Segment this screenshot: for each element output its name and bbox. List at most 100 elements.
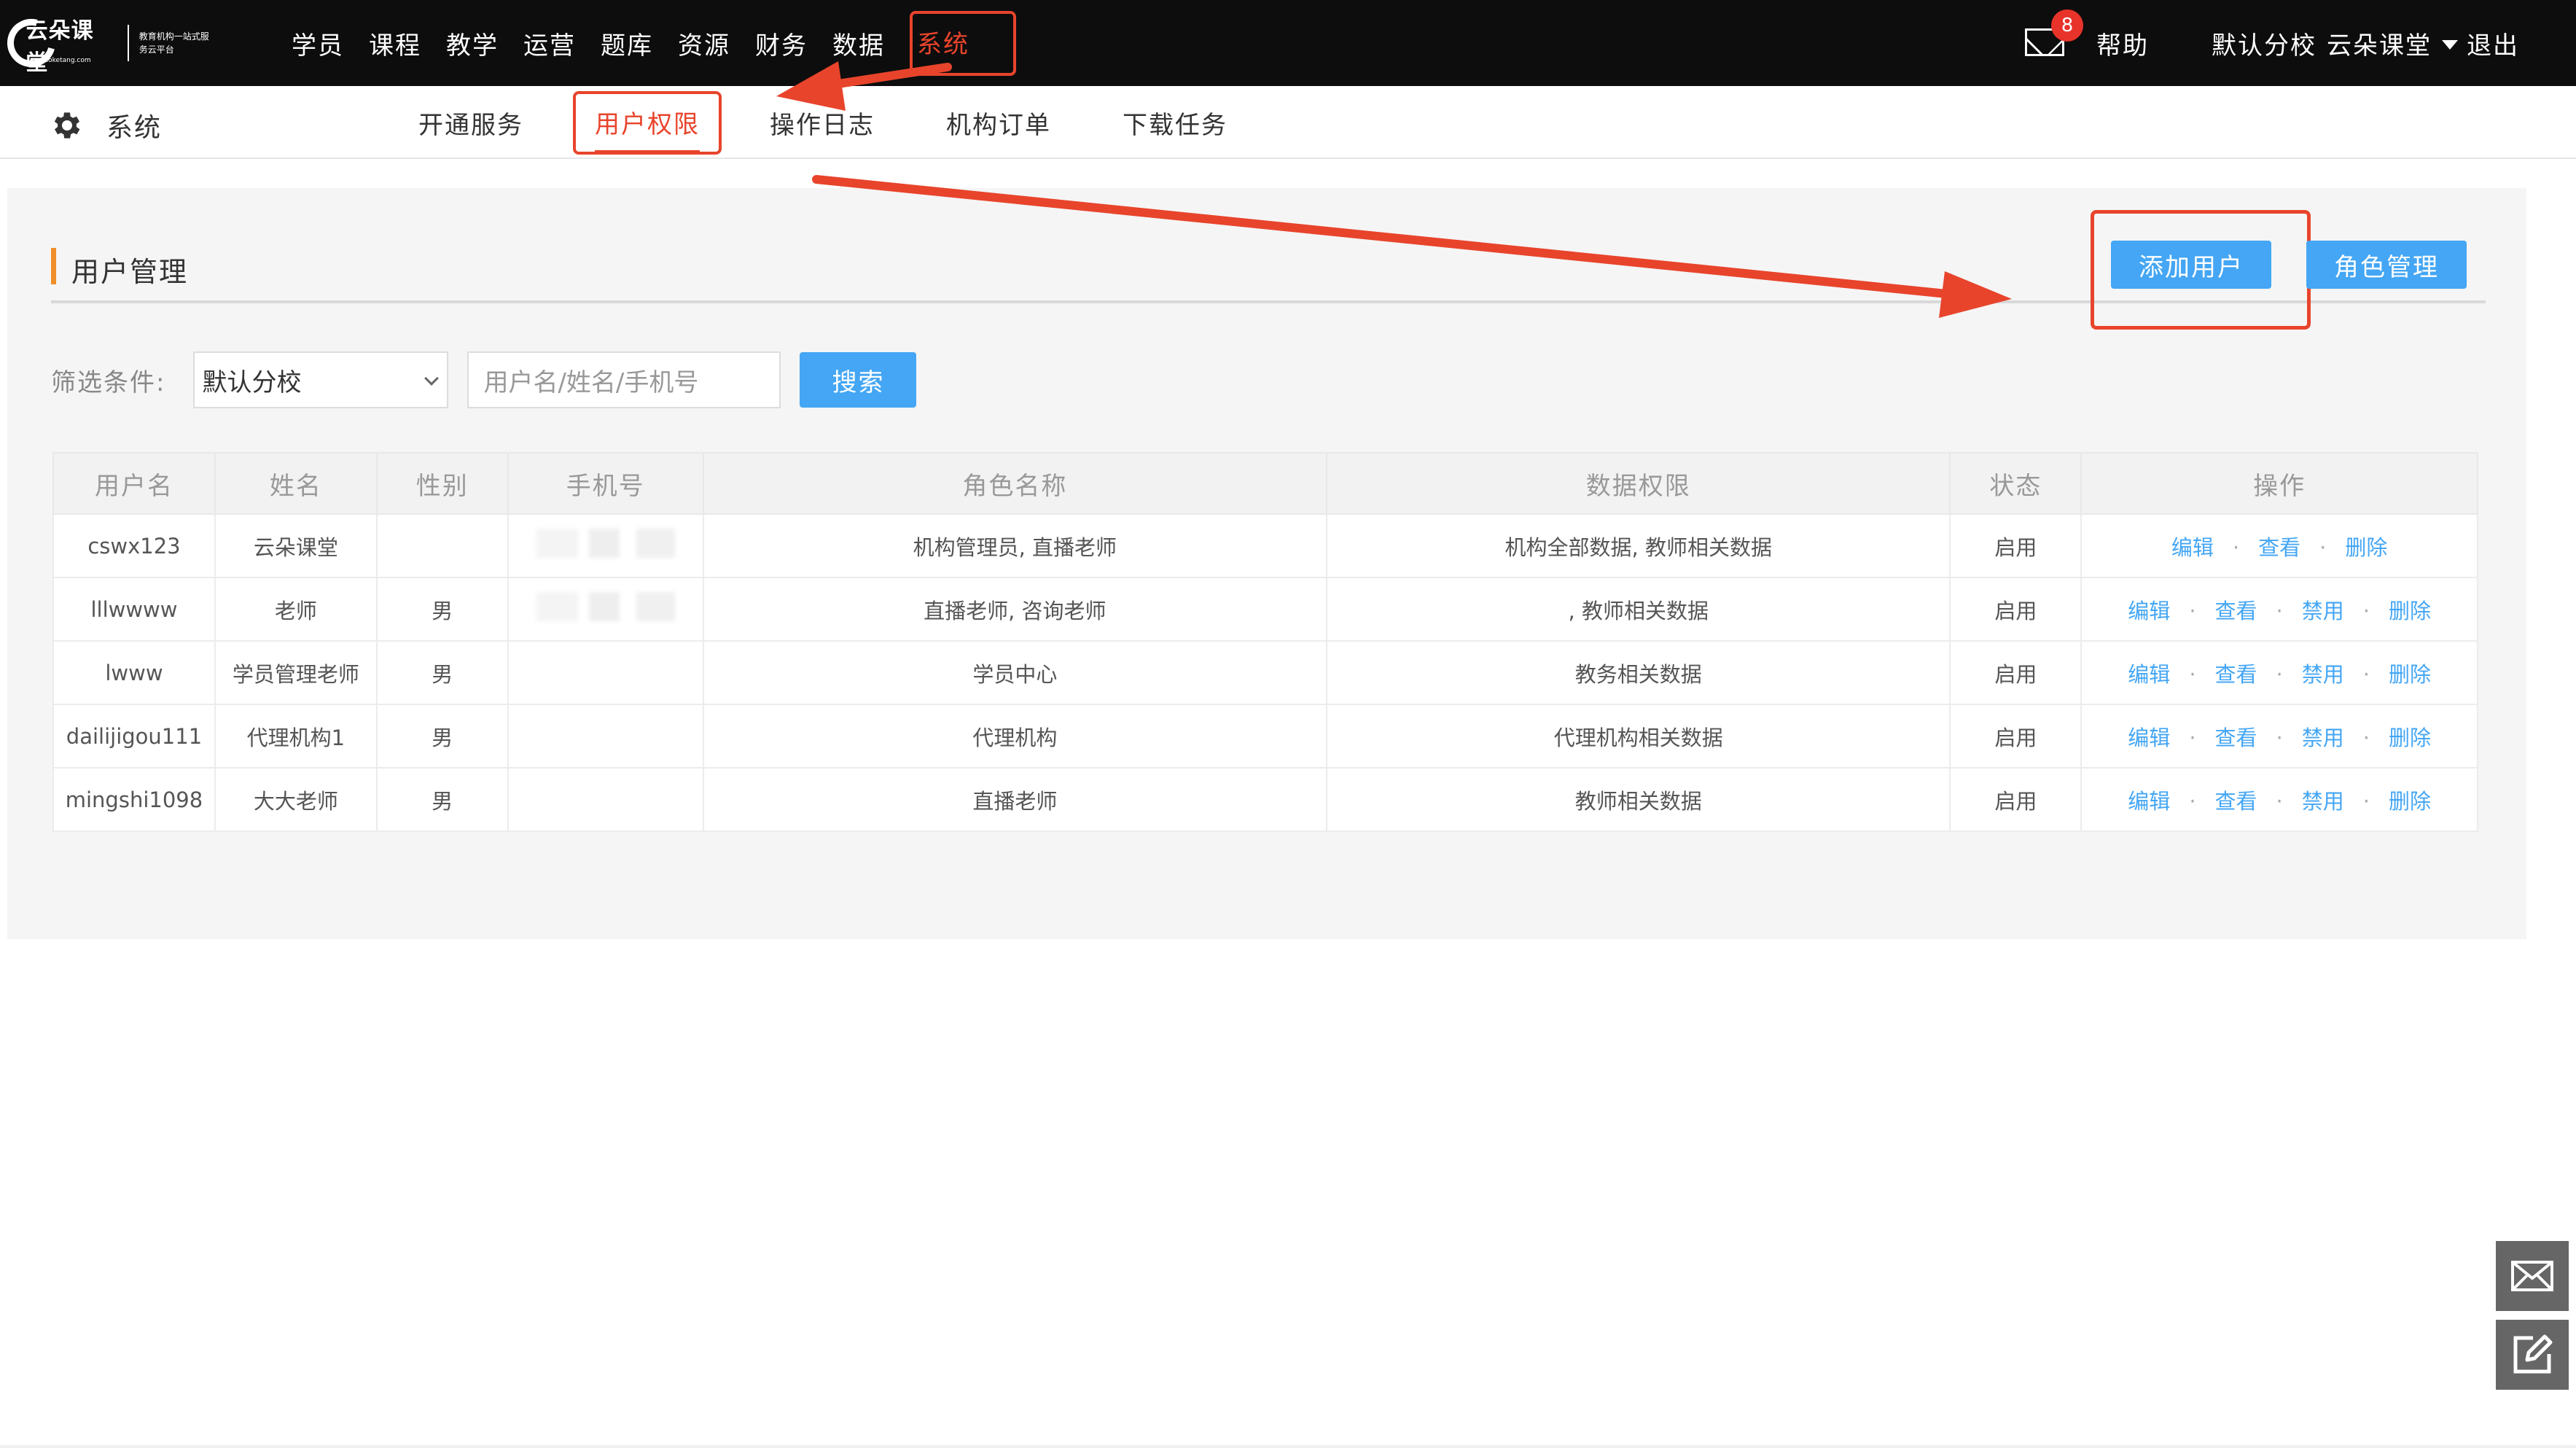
help-link[interactable]: 帮助 bbox=[2096, 26, 2149, 61]
cell-status: 启用 bbox=[1949, 577, 2083, 642]
table-row: dailijigou111 代理机构1 男 代理机构 代理机构相关数据 启用 编… bbox=[52, 704, 2478, 769]
cell-data-scope: 代理机构相关数据 bbox=[1326, 704, 1951, 769]
nav-item-teaching[interactable]: 教学 bbox=[446, 26, 499, 61]
search-button[interactable]: 搜索 bbox=[800, 352, 917, 408]
cell-actions: 编辑 · 查看 · 删除 bbox=[2080, 513, 2478, 578]
col-status: 状态 bbox=[1949, 452, 2083, 515]
branch-name[interactable]: 默认分校 bbox=[2212, 26, 2317, 61]
edit-link[interactable]: 编辑 bbox=[2128, 662, 2170, 687]
cell-phone bbox=[507, 767, 704, 832]
cell-username: dailijigou111 bbox=[52, 704, 216, 769]
sub-navbar: 系统 开通服务 用户权限 操作日志 机构订单 下载任务 bbox=[0, 86, 2576, 159]
cell-username: mingshi1098 bbox=[52, 767, 216, 832]
cell-status: 启用 bbox=[1949, 640, 2083, 705]
cell-name: 云朵课堂 bbox=[214, 513, 378, 578]
disable-link[interactable]: 禁用 bbox=[2302, 789, 2344, 814]
table-row: lllwwww 老师 男 直播老师, 咨询老师 , 教师相关数据 启用 编辑 · 查… bbox=[52, 577, 2478, 642]
user-table: 用户名 姓名 性别 手机号 角色名称 数据权限 状态 操作 cswx123 云朵… bbox=[52, 452, 2478, 832]
filter-bar: 筛选条件: 默认分校 用户名/姓名/手机号 搜索 bbox=[51, 351, 917, 408]
nav-item-operations[interactable]: 运营 bbox=[523, 26, 576, 61]
nav-item-data[interactable]: 数据 bbox=[832, 26, 885, 61]
cell-gender bbox=[375, 513, 509, 578]
nav-item-system[interactable]: 系统 bbox=[910, 10, 1016, 76]
cell-status: 启用 bbox=[1949, 704, 2083, 769]
delete-link[interactable]: 删除 bbox=[2345, 535, 2387, 560]
cell-name: 学员管理老师 bbox=[214, 640, 378, 705]
redacted-phone bbox=[536, 592, 675, 621]
nav-item-question-bank[interactable]: 题库 bbox=[601, 26, 653, 61]
top-navbar: 云朵课堂 yunduoketang.com 教育机构一站式服务云平台 学员 课程… bbox=[0, 0, 2576, 86]
col-gender: 性别 bbox=[375, 452, 509, 515]
branch-select[interactable]: 默认分校 bbox=[193, 351, 449, 408]
view-link[interactable]: 查看 bbox=[2215, 599, 2257, 623]
table-row: mingshi1098 大大老师 男 直播老师 教师相关数据 启用 编辑 · 查看 ·… bbox=[52, 767, 2478, 832]
delete-link[interactable]: 删除 bbox=[2389, 662, 2431, 687]
cell-actions: 编辑 · 查看 · 禁用 · 删除 bbox=[2080, 767, 2478, 832]
logout-link[interactable]: 退出 bbox=[2467, 26, 2519, 61]
edit-link[interactable]: 编辑 bbox=[2171, 535, 2214, 560]
nav-item-finance[interactable]: 财务 bbox=[755, 26, 808, 61]
unread-badge: 8 bbox=[2051, 9, 2083, 42]
brand-logo[interactable]: 云朵课堂 yunduoketang.com 教育机构一站式服务云平台 bbox=[0, 10, 211, 76]
role-management-button[interactable]: 角色管理 bbox=[2306, 241, 2467, 289]
delete-link[interactable]: 删除 bbox=[2389, 789, 2431, 814]
chevron-down-icon bbox=[424, 371, 440, 386]
org-switcher[interactable]: 云朵课堂 bbox=[2327, 26, 2432, 61]
redacted-phone bbox=[536, 529, 675, 558]
float-feedback-button[interactable] bbox=[2496, 1320, 2569, 1390]
disable-link[interactable]: 禁用 bbox=[2302, 662, 2344, 687]
table-header-row: 用户名 姓名 性别 手机号 角色名称 数据权限 状态 操作 bbox=[52, 452, 2478, 515]
cell-roles: 直播老师 bbox=[702, 767, 1328, 832]
cell-username: cswx123 bbox=[52, 513, 216, 578]
tab-user-permissions[interactable]: 用户权限 bbox=[573, 90, 722, 155]
cell-gender: 男 bbox=[375, 640, 509, 705]
main-nav: 学员 课程 教学 运营 题库 资源 财务 数据 系统 bbox=[292, 0, 1041, 86]
cell-gender: 男 bbox=[375, 577, 509, 642]
view-link[interactable]: 查看 bbox=[2215, 726, 2257, 750]
chevron-down-icon[interactable] bbox=[2442, 39, 2458, 50]
section-label: 系统 bbox=[106, 113, 163, 143]
tab-open-service[interactable]: 开通服务 bbox=[418, 105, 523, 141]
bottom-divider bbox=[0, 1445, 2576, 1448]
cell-status: 启用 bbox=[1949, 513, 2083, 578]
nav-item-students[interactable]: 学员 bbox=[292, 26, 344, 61]
add-user-button[interactable]: 添加用户 bbox=[2111, 241, 2271, 289]
cell-roles: 直播老师, 咨询老师 bbox=[702, 577, 1328, 642]
disable-link[interactable]: 禁用 bbox=[2302, 599, 2344, 623]
edit-link[interactable]: 编辑 bbox=[2128, 726, 2170, 750]
view-link[interactable]: 查看 bbox=[2258, 535, 2300, 560]
edit-link[interactable]: 编辑 bbox=[2128, 789, 2170, 814]
cell-username: lllwwww bbox=[52, 577, 216, 642]
brand-slogan: 教育机构一站式服务云平台 bbox=[138, 31, 209, 55]
tab-org-orders[interactable]: 机构订单 bbox=[946, 105, 1051, 141]
col-name: 姓名 bbox=[214, 452, 378, 515]
cell-actions: 编辑 · 查看 · 禁用 · 删除 bbox=[2080, 704, 2478, 769]
gear-icon bbox=[54, 112, 80, 139]
nav-item-courses[interactable]: 课程 bbox=[369, 26, 421, 61]
delete-link[interactable]: 删除 bbox=[2389, 599, 2431, 623]
user-management-panel: 用户管理 添加用户 角色管理 筛选条件: 默认分校 用户名/姓名/手机号 搜索 … bbox=[7, 188, 2526, 939]
cell-status: 启用 bbox=[1949, 767, 2083, 832]
cell-roles: 学员中心 bbox=[702, 640, 1328, 705]
view-link[interactable]: 查看 bbox=[2215, 789, 2257, 814]
page-title: 用户管理 bbox=[71, 256, 189, 288]
delete-link[interactable]: 删除 bbox=[2389, 726, 2431, 750]
tab-download-tasks[interactable]: 下载任务 bbox=[1123, 105, 1227, 141]
brand-domain: yunduoketang.com bbox=[28, 57, 91, 64]
messages-button[interactable]: 8 bbox=[2025, 9, 2083, 58]
cell-actions: 编辑 · 查看 · 禁用 · 删除 bbox=[2080, 640, 2478, 705]
float-message-button[interactable] bbox=[2496, 1241, 2569, 1311]
brand-divider bbox=[127, 25, 129, 61]
search-input[interactable]: 用户名/姓名/手机号 bbox=[467, 351, 781, 408]
branch-select-value: 默认分校 bbox=[202, 367, 302, 397]
cell-phone bbox=[507, 704, 704, 769]
view-link[interactable]: 查看 bbox=[2215, 662, 2257, 687]
disable-link[interactable]: 禁用 bbox=[2302, 726, 2344, 750]
cell-phone bbox=[507, 513, 704, 578]
col-actions: 操作 bbox=[2080, 452, 2478, 515]
col-username: 用户名 bbox=[52, 452, 216, 515]
cell-roles: 机构管理员, 直播老师 bbox=[702, 513, 1328, 578]
tab-operation-log[interactable]: 操作日志 bbox=[770, 105, 875, 141]
nav-item-resources[interactable]: 资源 bbox=[678, 26, 730, 61]
edit-link[interactable]: 编辑 bbox=[2128, 599, 2170, 623]
